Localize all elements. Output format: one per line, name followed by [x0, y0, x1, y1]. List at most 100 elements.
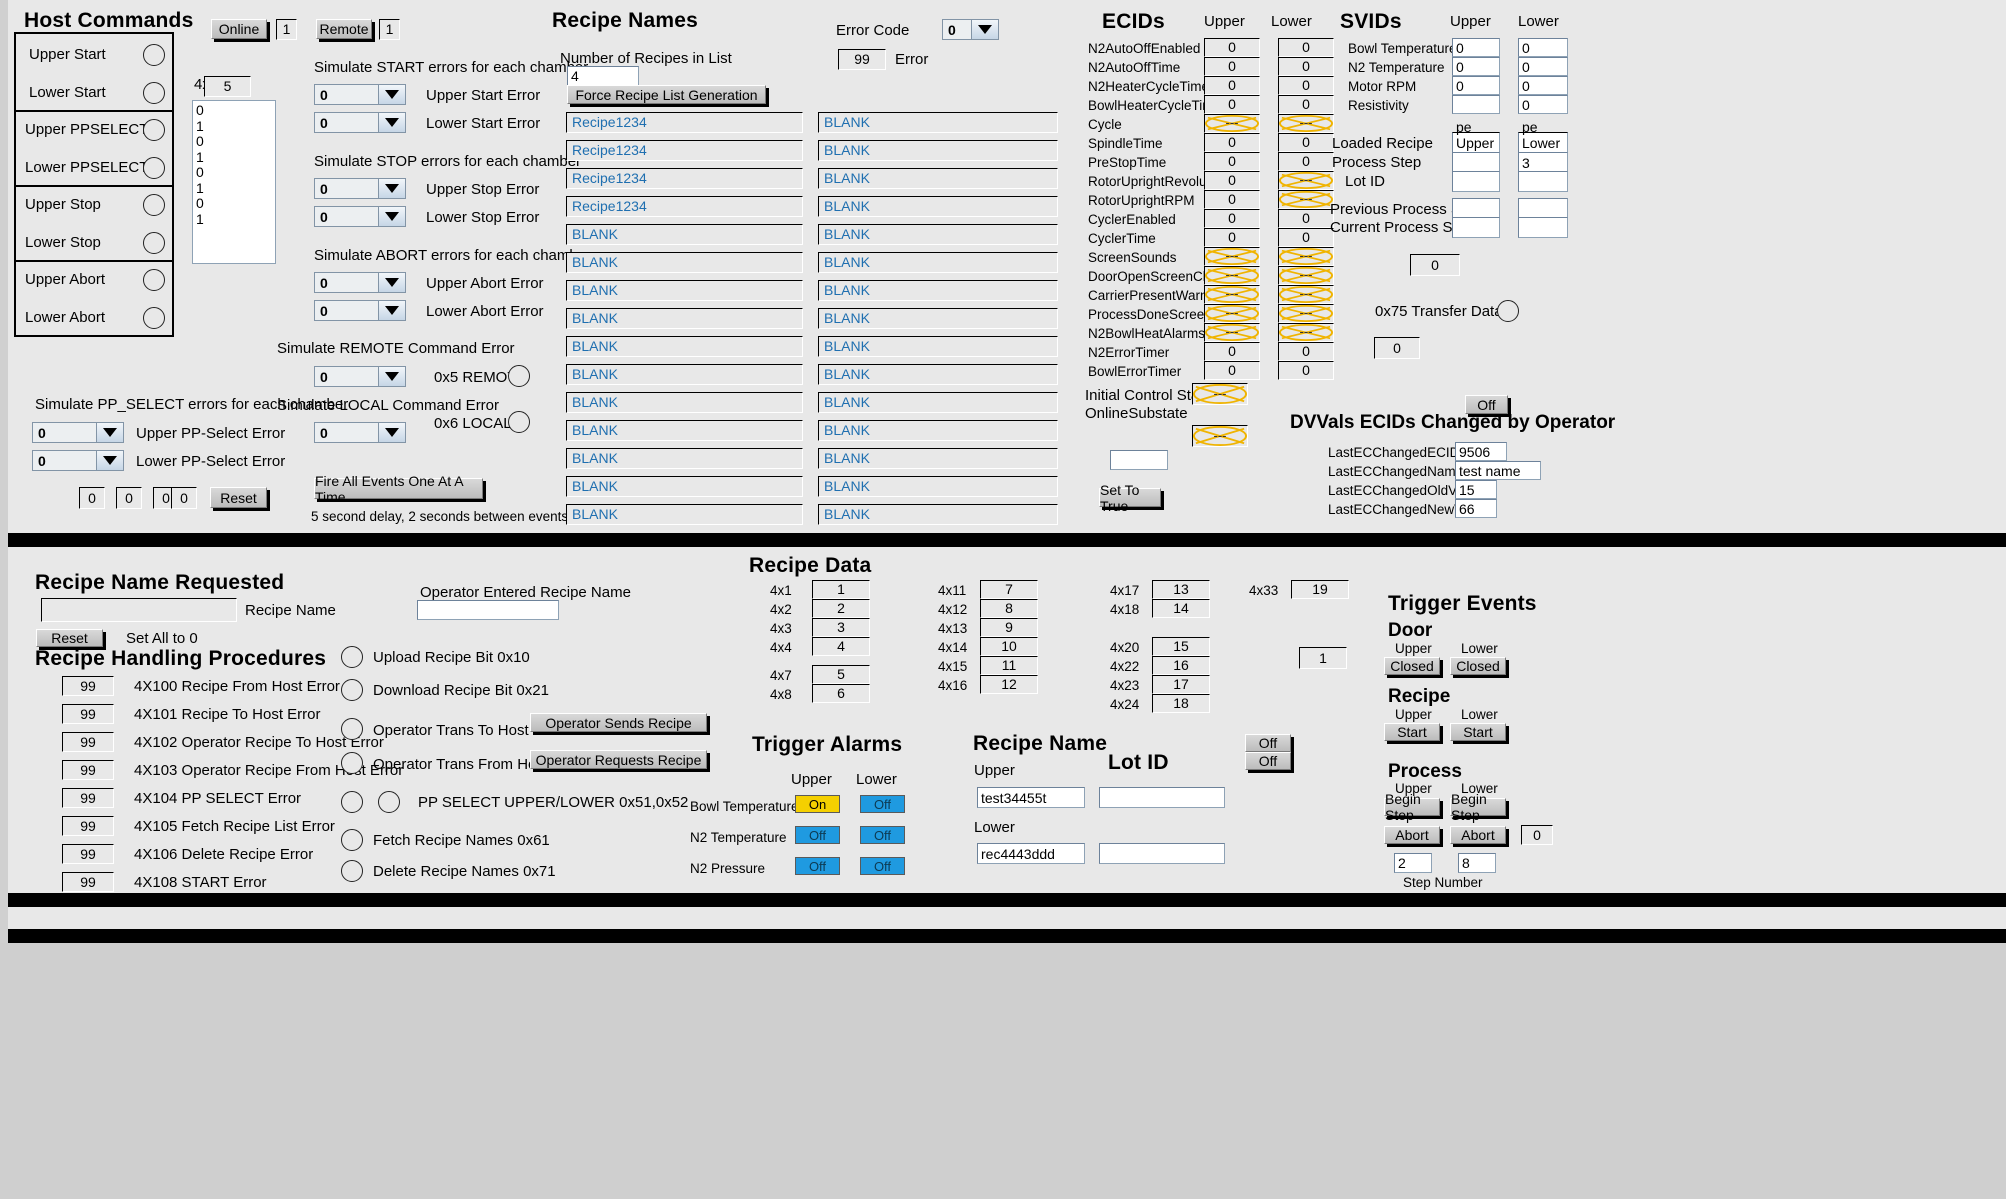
chevron-down-icon[interactable] [378, 85, 405, 104]
local-command-led[interactable] [508, 411, 530, 433]
simulate-lower-abort-combo[interactable]: 0 [314, 300, 406, 321]
current-process-state-upper[interactable] [1452, 217, 1500, 238]
delete-recipe-names-led[interactable] [341, 860, 363, 882]
host-cmd-led-upper-ppselect[interactable] [143, 119, 165, 141]
svid-lower-input[interactable]: 0 [1518, 38, 1568, 57]
fire-all-events-button[interactable]: Fire All Events One At A Time [314, 473, 483, 505]
recipe-request-reset-button[interactable]: Reset [36, 629, 103, 647]
trigger-alarm-upper-button[interactable]: On [795, 795, 840, 813]
chevron-down-icon[interactable] [378, 301, 405, 320]
host-cmd-led-upper-start[interactable] [143, 44, 165, 66]
recipe-name-right-field[interactable]: BLANK [818, 224, 1058, 245]
operator-trans-to-host-led[interactable] [341, 718, 363, 740]
dvvals-row-value[interactable]: test name [1455, 461, 1541, 480]
trigger-alarm-lower-button[interactable]: Off [860, 826, 905, 844]
recipe-name-lower-input[interactable]: rec4443ddd [977, 843, 1085, 864]
dvvals-row-value[interactable]: 66 [1455, 499, 1497, 518]
process-step-lower[interactable]: 3 [1518, 152, 1568, 173]
transfer-data-led[interactable] [1497, 300, 1519, 322]
simulate-remote-combo[interactable]: 0 [314, 366, 406, 387]
loaded-recipe-upper[interactable]: pe Upper T [1452, 119, 1500, 167]
dvvals-row-value[interactable]: 9506 [1455, 442, 1507, 461]
recipe-name-left-field[interactable]: BLANK [566, 252, 803, 273]
recipe-name-right-field[interactable]: BLANK [818, 336, 1058, 357]
chevron-down-icon[interactable] [96, 423, 123, 442]
trigger-alarm-upper-button[interactable]: Off [795, 826, 840, 844]
simulate-lower-start-combo[interactable]: 0 [314, 112, 406, 133]
recipe-name-left-field[interactable]: BLANK [566, 280, 803, 301]
host-cmd-led-upper-stop[interactable] [143, 194, 165, 216]
recipe-name-left-field[interactable]: BLANK [566, 504, 803, 525]
recipe-name-left-field[interactable]: Recipe1234 [566, 140, 803, 161]
recipe-name-off-button-2[interactable]: Off [1245, 752, 1291, 770]
state-list-item[interactable]: 1 [196, 118, 272, 135]
lot-id-lower-input[interactable] [1099, 843, 1225, 864]
ecid-extra-input[interactable] [1110, 450, 1168, 470]
recipe-name-left-field[interactable]: Recipe1234 [566, 112, 803, 133]
host-cmd-led-lower-start[interactable] [143, 82, 165, 104]
recipe-name-right-field[interactable]: BLANK [818, 364, 1058, 385]
trigger-alarm-upper-button[interactable]: Off [795, 857, 840, 875]
chevron-down-icon[interactable] [96, 451, 123, 470]
step-number-upper-input[interactable]: 2 [1394, 853, 1432, 873]
recipe-name-upper-input[interactable]: test34455t [977, 787, 1085, 808]
loaded-recipe-lower[interactable]: pe Lower T [1518, 119, 1568, 167]
error-code-combo[interactable]: 0 [942, 19, 999, 40]
state-listbox[interactable]: 0 1 0 1 0 1 0 1 [192, 100, 276, 264]
state-list-item[interactable]: 0 [196, 195, 272, 212]
recipe-count-input[interactable]: 4 [567, 66, 639, 86]
recipe-name-right-field[interactable]: BLANK [818, 420, 1058, 441]
chevron-down-icon[interactable] [378, 273, 405, 292]
recipe-name-right-field[interactable]: BLANK [818, 196, 1058, 217]
simulate-upper-start-combo[interactable]: 0 [314, 84, 406, 105]
simulate-upper-stop-combo[interactable]: 0 [314, 178, 406, 199]
recipe-start-lower-button[interactable]: Start [1450, 723, 1506, 741]
state-list-item[interactable]: 1 [196, 149, 272, 166]
recipe-name-left-field[interactable]: Recipe1234 [566, 196, 803, 217]
process-begin-step-upper-button[interactable]: Begin Step [1384, 791, 1440, 823]
state-list-item[interactable]: 1 [196, 211, 272, 228]
recipe-name-right-field[interactable]: BLANK [818, 448, 1058, 469]
recipe-name-right-field[interactable]: BLANK [818, 280, 1058, 301]
dvvals-row-value[interactable]: 15 [1455, 480, 1497, 499]
host-cmd-led-lower-abort[interactable] [143, 307, 165, 329]
operator-sends-recipe-button[interactable]: Operator Sends Recipe [530, 713, 707, 732]
host-cmd-led-lower-stop[interactable] [143, 232, 165, 254]
recipe-name-left-field[interactable]: Recipe1234 [566, 168, 803, 189]
simulate-local-combo[interactable]: 0 [314, 422, 406, 443]
svid-upper-input[interactable] [1452, 95, 1500, 114]
door-upper-button[interactable]: Closed [1384, 657, 1440, 675]
recipe-name-right-field[interactable]: BLANK [818, 308, 1058, 329]
recipe-name-left-field[interactable]: BLANK [566, 448, 803, 469]
simulate-lower-stop-combo[interactable]: 0 [314, 206, 406, 227]
recipe-name-left-field[interactable]: BLANK [566, 392, 803, 413]
trigger-alarm-lower-button[interactable]: Off [860, 857, 905, 875]
operator-entered-input[interactable] [417, 600, 559, 620]
recipe-name-right-field[interactable]: BLANK [818, 112, 1058, 133]
recipe-name-right-field[interactable]: BLANK [818, 140, 1058, 161]
lot-id-lower[interactable] [1518, 171, 1568, 192]
svid-upper-input[interactable]: 0 [1452, 38, 1500, 57]
operator-requests-recipe-button[interactable]: Operator Requests Recipe [530, 750, 707, 769]
recipe-name-left-field[interactable]: BLANK [566, 420, 803, 441]
svid-upper-input[interactable]: 0 [1452, 57, 1500, 76]
step-number-lower-input[interactable]: 8 [1458, 853, 1496, 873]
chevron-down-icon[interactable] [971, 20, 998, 39]
svid-lower-input[interactable]: 0 [1518, 95, 1568, 114]
online-button[interactable]: Online [211, 19, 267, 39]
simulate-reset-button[interactable]: Reset [210, 487, 267, 508]
recipe-name-right-field[interactable]: BLANK [818, 168, 1058, 189]
remote-command-led[interactable] [508, 365, 530, 387]
simulate-upper-abort-combo[interactable]: 0 [314, 272, 406, 293]
chevron-down-icon[interactable] [378, 207, 405, 226]
state-list-item[interactable]: 0 [196, 133, 272, 150]
chevron-down-icon[interactable] [378, 367, 405, 386]
ppselect-upper-led[interactable] [341, 791, 363, 813]
chevron-down-icon[interactable] [378, 179, 405, 198]
state-list-item[interactable]: 1 [196, 180, 272, 197]
ppselect-lower-led[interactable] [378, 791, 400, 813]
chevron-down-icon[interactable] [378, 423, 405, 442]
chevron-down-icon[interactable] [378, 113, 405, 132]
fetch-recipe-names-led[interactable] [341, 829, 363, 851]
lot-id-upper-input[interactable] [1099, 787, 1225, 808]
